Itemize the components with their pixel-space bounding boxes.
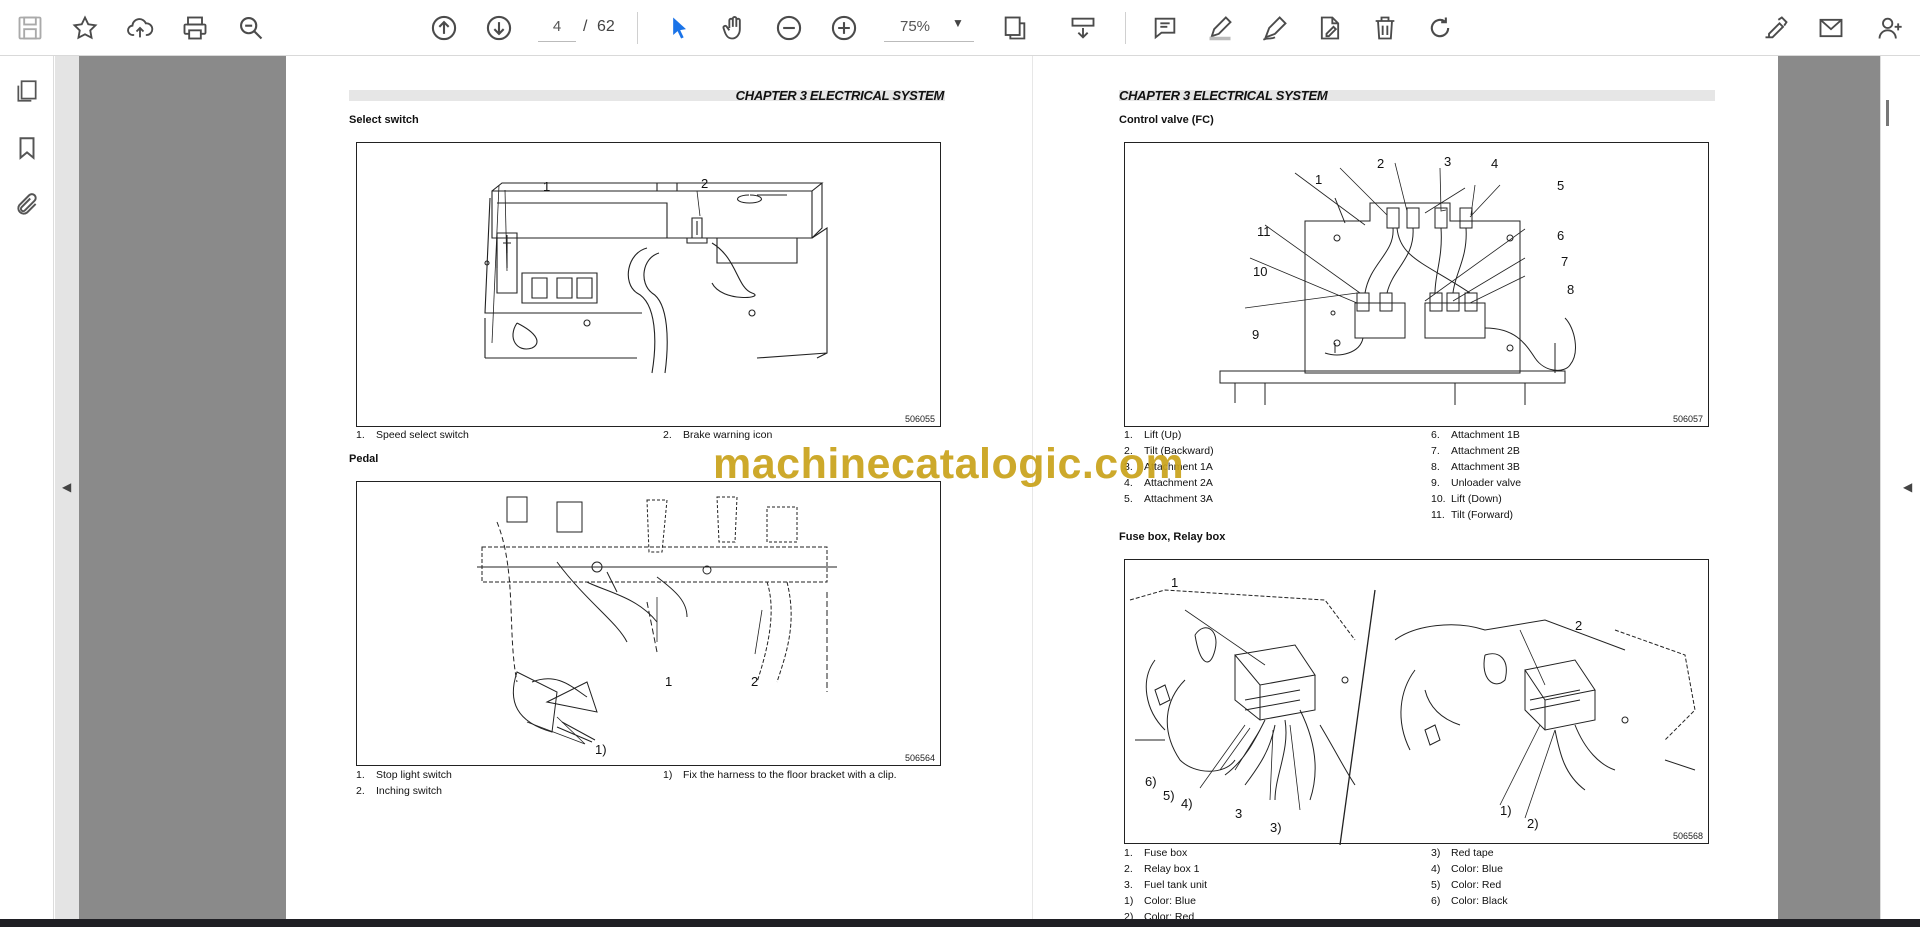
page-fit-icon[interactable] <box>995 8 1035 48</box>
fill-sign-icon[interactable] <box>1756 8 1796 48</box>
chapter-heading: CHAPTER 3 ELECTRICAL SYSTEM <box>735 88 945 103</box>
save-icon[interactable] <box>10 8 50 48</box>
caption-item: 2. Relay box 1 <box>1124 863 1200 875</box>
caption-item: 11. Tilt (Forward) <box>1431 509 1514 521</box>
caption-item: 9. Unloader valve <box>1431 477 1522 489</box>
mail-icon[interactable] <box>1811 8 1851 48</box>
toolbar-divider <box>1125 12 1126 44</box>
caption-item: 2) Color: Red <box>1124 911 1195 919</box>
draw-icon[interactable] <box>1255 8 1295 48</box>
caption-item: 1. Fuse box <box>1124 847 1188 859</box>
toolbar-divider <box>637 12 638 44</box>
caption-item: 7. Attachment 2B <box>1431 445 1520 457</box>
watermark: machinecatalogic.com <box>713 440 1185 488</box>
right-panel <box>1880 56 1920 919</box>
chapter-heading: CHAPTER 3 ELECTRICAL SYSTEM <box>1119 88 1328 103</box>
section-title-fuse-box: Fuse box, Relay box <box>1119 531 1226 543</box>
page-separator: / <box>583 18 588 35</box>
figure-code: 506057 <box>1672 414 1703 424</box>
figure-code: 506568 <box>1672 831 1703 841</box>
bookmark-icon[interactable] <box>10 131 44 165</box>
page-thumbnails-icon[interactable] <box>10 74 44 108</box>
next-page-icon[interactable] <box>479 8 519 48</box>
caption-item: 1) Color: Blue <box>1124 895 1196 907</box>
add-user-icon[interactable] <box>1870 8 1910 48</box>
zoom-out-icon[interactable] <box>769 8 809 48</box>
section-title-control-valve: Control valve (FC) <box>1119 114 1214 126</box>
star-icon[interactable] <box>65 8 105 48</box>
caption-item: 3) Red tape <box>1431 847 1494 859</box>
caption-item: 8. Attachment 3B <box>1431 461 1520 473</box>
figure-pedal: 1 2 1) 506564 <box>356 481 941 766</box>
previous-page-icon[interactable] <box>424 8 464 48</box>
figure-code: 506055 <box>904 414 935 424</box>
side-rail <box>0 56 54 919</box>
viewer-margin-left <box>79 56 286 919</box>
section-title-select-switch: Select switch <box>349 114 419 126</box>
caption-item: 1. Speed select switch <box>356 429 469 441</box>
caption-item: 5. Attachment 3A <box>1124 493 1213 505</box>
cloud-upload-icon[interactable] <box>120 8 160 48</box>
trash-icon[interactable] <box>1365 8 1405 48</box>
figure-fuse-box: 1 2 6) 5) 4) 3 3) 1) 2) 506568 <box>1124 559 1709 845</box>
figure-code: 506564 <box>904 753 935 763</box>
print-icon[interactable] <box>175 8 215 48</box>
section-title-pedal: Pedal <box>349 453 379 465</box>
highlight-pen-icon[interactable] <box>1200 8 1240 48</box>
caption-item: 4) Color: Blue <box>1431 863 1503 875</box>
caption-item: 10. Lift (Down) <box>1431 493 1502 505</box>
caption-item: 2. Inching switch <box>356 785 442 797</box>
scrollbar-thumb[interactable] <box>1886 100 1889 126</box>
scroll-mode-icon[interactable] <box>1063 8 1103 48</box>
taskbar <box>0 919 1920 927</box>
expand-right-panel-icon[interactable]: ◀ <box>1903 480 1912 494</box>
figure-control-valve: 1 2 3 4 5 6 7 8 9 10 11 506057 <box>1124 142 1709 427</box>
caption-item: 1) Fix the harness to the floor bracket w… <box>663 769 897 781</box>
zoom-in-icon[interactable] <box>824 8 864 48</box>
page-number-input[interactable]: 4 <box>538 12 576 42</box>
toolbar: 4 / 62 75% ▼ <box>0 0 1920 56</box>
zoom-search-icon[interactable] <box>231 8 271 48</box>
attachment-icon[interactable] <box>10 188 44 222</box>
page-total: 62 <box>597 18 615 35</box>
figure-select-switch: 1 2 506055 <box>356 142 941 427</box>
hand-tool-icon[interactable] <box>714 8 754 48</box>
caption-item: 6. Attachment 1B <box>1431 429 1520 441</box>
caption-item: 3. Fuel tank unit <box>1124 879 1208 891</box>
collapse-left-panel-icon[interactable]: ◀ <box>62 480 71 494</box>
comment-icon[interactable] <box>1145 8 1185 48</box>
select-cursor-icon[interactable] <box>659 8 699 48</box>
chevron-down-icon[interactable]: ▼ <box>952 16 964 30</box>
caption-item: 1. Stop light switch <box>356 769 452 781</box>
redo-icon[interactable] <box>1420 8 1460 48</box>
caption-item: 6) Color: Black <box>1431 895 1508 907</box>
edit-document-icon[interactable] <box>1310 8 1350 48</box>
caption-item: 5) Color: Red <box>1431 879 1502 891</box>
